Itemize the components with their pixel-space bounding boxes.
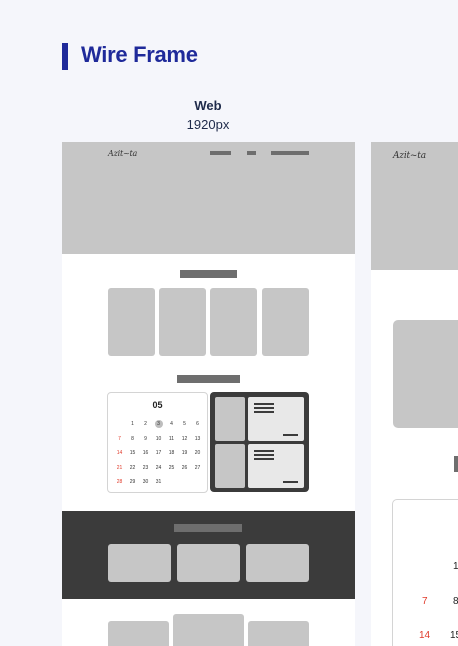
nav-placeholder-2: [247, 151, 256, 155]
calendar-day: 8: [453, 596, 458, 607]
web-label: Web: [194, 98, 222, 113]
title-accent-bar: [62, 43, 68, 70]
calendar-day[interactable]: 12: [178, 432, 191, 447]
calendar-widget: 1 7 8 14 15: [392, 499, 458, 646]
calendar-day[interactable]: 10: [152, 432, 165, 447]
section-title-placeholder: [180, 270, 237, 278]
wireframe-logo: Azit~ta: [393, 151, 426, 161]
calendar-day[interactable]: 3: [152, 417, 165, 432]
card-placeholder: [108, 288, 155, 356]
nav-placeholder-3: [271, 151, 309, 155]
calendar-day[interactable]: 2: [139, 417, 152, 432]
calendar-day[interactable]: 16: [139, 446, 152, 461]
web-size-label: 1920px: [186, 117, 230, 132]
card-placeholder: [393, 320, 458, 428]
second-wireframe: Azit~ta 1 7 8 14 15: [371, 142, 458, 646]
calendar-day[interactable]: 14: [113, 446, 126, 461]
card-placeholder: [246, 544, 309, 582]
calendar-day[interactable]: 27: [191, 461, 204, 476]
calendar-day[interactable]: 13: [191, 432, 204, 447]
calendar-day[interactable]: 23: [139, 461, 152, 476]
card-placeholder: [108, 621, 169, 646]
calendar-day[interactable]: 5: [178, 417, 191, 432]
nav-placeholder-1: [210, 151, 231, 155]
page-title: Wire Frame: [81, 42, 198, 67]
calendar-day[interactable]: 8: [126, 432, 139, 447]
calendar-day[interactable]: 20: [191, 446, 204, 461]
calendar-day[interactable]: 28: [113, 475, 126, 490]
calendar-day[interactable]: 24: [152, 461, 165, 476]
list-panel: [210, 392, 309, 492]
card-placeholder: [173, 614, 244, 646]
calendar-widget: 05 1 2 3 4 5 6 7 8 9 10 11 12 13 14 15 16 17 18 19 20 21 22 23…: [107, 392, 208, 493]
calendar-day[interactable]: 6: [191, 417, 204, 432]
thumbnail-placeholder: [215, 444, 245, 488]
calendar-day[interactable]: 22: [126, 461, 139, 476]
calendar-day: 1: [453, 561, 458, 572]
wireframe-header: Azit~ta: [62, 142, 355, 164]
calendar-day[interactable]: 4: [165, 417, 178, 432]
calendar-empty-cell: [113, 417, 126, 432]
calendar-day[interactable]: 9: [139, 432, 152, 447]
card-placeholder: [248, 621, 309, 646]
section-title-placeholder: [174, 524, 242, 532]
calendar-day[interactable]: 7: [113, 432, 126, 447]
calendar-day[interactable]: 31: [152, 475, 165, 490]
section-title-placeholder: [177, 375, 240, 383]
calendar-day[interactable]: 15: [126, 446, 139, 461]
calendar-day: 14: [419, 630, 431, 641]
calendar-day[interactable]: 21: [113, 461, 126, 476]
wireframe-header: Azit~ta: [371, 142, 458, 170]
hero-placeholder: [371, 170, 458, 270]
card-placeholder: [210, 288, 257, 356]
dark-section: [62, 511, 355, 599]
calendar-day[interactable]: 18: [165, 446, 178, 461]
card-placeholder: [177, 544, 240, 582]
calendar-day: 15: [450, 630, 458, 641]
hero-placeholder: [62, 164, 355, 254]
calendar-month: 05: [152, 400, 163, 410]
card-placeholder: [108, 544, 171, 582]
calendar-day[interactable]: 26: [178, 461, 191, 476]
calendar-day[interactable]: 19: [178, 446, 191, 461]
section-title-placeholder: [454, 456, 458, 472]
text-block-placeholder: [248, 444, 304, 488]
web-wireframe: Azit~ta 05 1 2 3 4 5 6 7 8 9 10 11 12 13 14 15 16 17 18 19…: [62, 142, 355, 646]
calendar-grid: 1 2 3 4 5 6 7 8 9 10 11 12 13 14 15 16 17 18 19 20 21 22 23 24 2…: [113, 417, 204, 490]
card-placeholder: [262, 288, 309, 356]
calendar-day[interactable]: 30: [139, 475, 152, 490]
calendar-day: 7: [422, 596, 428, 607]
calendar-day[interactable]: 11: [165, 432, 178, 447]
card-placeholder: [159, 288, 206, 356]
text-block-placeholder: [248, 397, 304, 441]
calendar-day[interactable]: 17: [152, 446, 165, 461]
thumbnail-placeholder: [215, 397, 245, 441]
calendar-day[interactable]: 29: [126, 475, 139, 490]
calendar-day[interactable]: 25: [165, 461, 178, 476]
wireframe-logo: Azit~ta: [108, 149, 138, 158]
calendar-day[interactable]: 1: [126, 417, 139, 432]
